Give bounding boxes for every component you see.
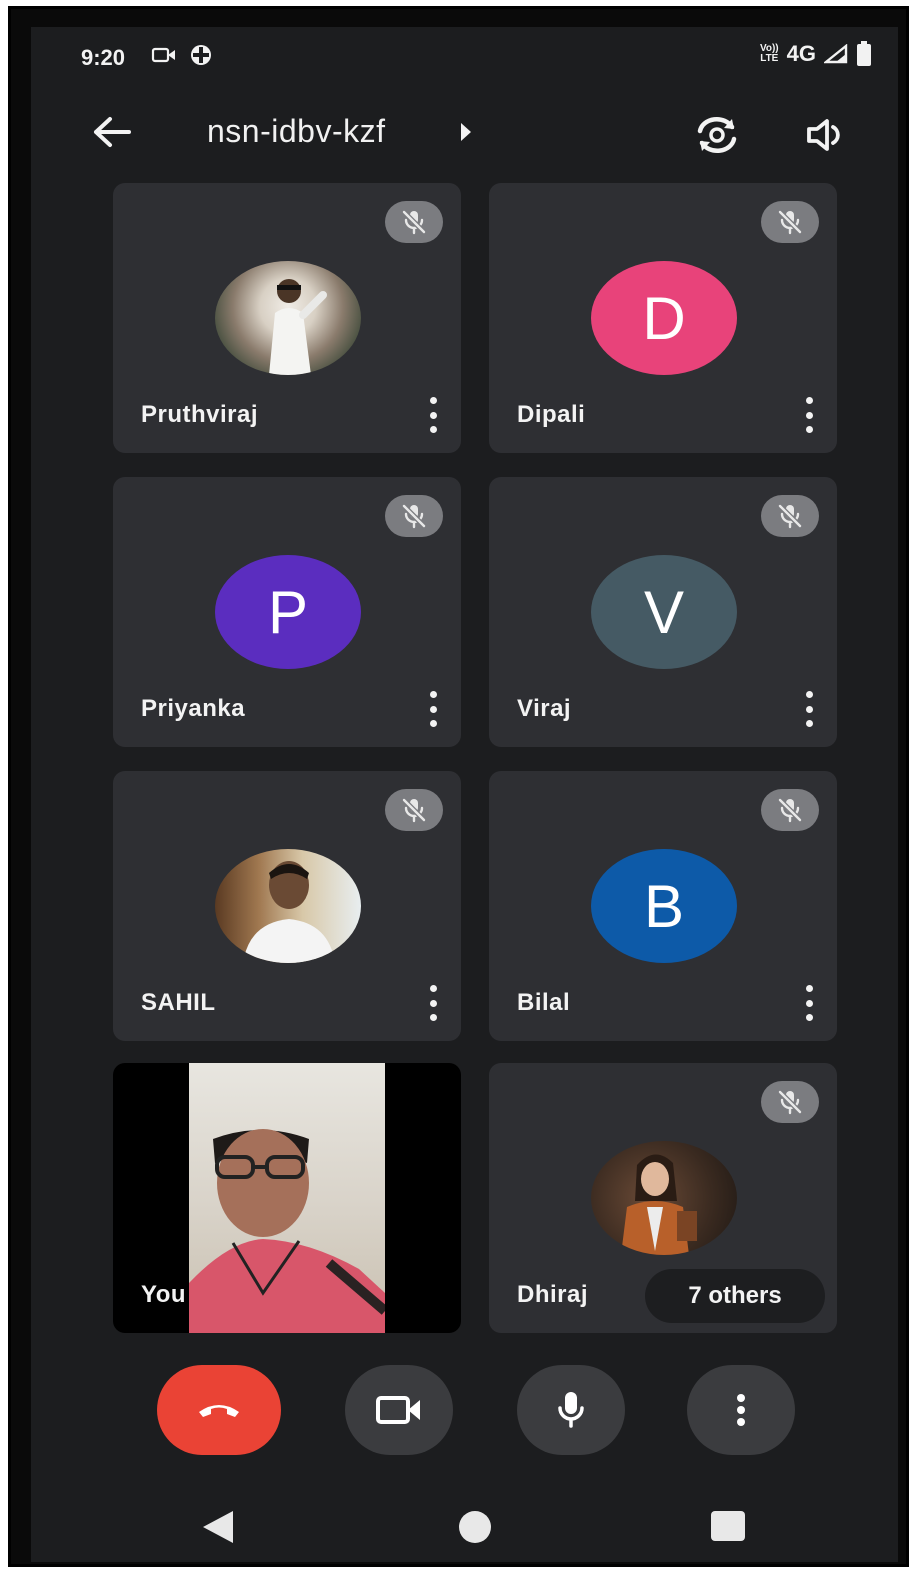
more-vert-icon[interactable] [799,691,819,727]
device-frame: 9:20 Vo)) LTE 4G nsn-idbv-kzf Pruthviraj… [8,6,909,1567]
participant-name: Dipali [517,401,586,428]
self-camera-preview [189,1063,385,1333]
network-type: 4G [786,41,816,66]
more-vert-icon[interactable] [423,397,443,433]
participant-tile[interactable]: B Bilal [489,771,837,1041]
avatar-initial: P [215,555,361,669]
meeting-code[interactable]: nsn-idbv-kzf [207,113,386,150]
speaker-icon [807,119,840,151]
end-call-icon [199,1405,239,1417]
status-notification-icons [151,43,213,67]
mic-off-icon [778,504,802,529]
call-controls [31,1365,898,1465]
volte-indicator: Vo)) LTE [760,44,779,64]
nav-home-icon[interactable] [459,1511,491,1543]
participant-tile[interactable]: V Viraj [489,477,837,747]
video-camera-icon [376,1396,420,1424]
more-options-button[interactable] [687,1365,795,1455]
mic-off-icon [402,504,426,529]
participant-tile[interactable]: Dhiraj 7 others [489,1063,837,1333]
self-person-silhouette [189,1129,385,1333]
muted-badge [385,495,443,537]
switch-camera-button[interactable] [689,107,745,163]
call-header: nsn-idbv-kzf [31,103,898,163]
participant-name: SAHIL [141,989,216,1016]
participant-tile[interactable]: P Priyanka [113,477,461,747]
muted-badge [385,201,443,243]
meet-app-notification-icon [191,45,211,65]
avatar-initial: D [591,261,737,375]
more-vert-icon [737,1394,745,1426]
mic-off-icon [778,1090,802,1115]
signal-icon [824,44,848,64]
back-button[interactable] [87,107,137,157]
more-vert-icon[interactable] [799,397,819,433]
microphone-toggle-button[interactable] [517,1365,625,1455]
status-bar: 9:20 Vo)) LTE 4G [31,27,898,85]
status-time: 9:20 [81,45,126,70]
more-vert-icon[interactable] [423,985,443,1021]
nav-back-icon[interactable] [201,1509,235,1545]
others-count-button[interactable]: 7 others [645,1269,825,1323]
switch-camera-icon [697,117,737,153]
status-right-icons: Vo)) LTE 4G [760,41,872,67]
avatar-initial: V [591,555,737,669]
participant-tile[interactable]: SAHIL [113,771,461,1041]
mic-off-icon [778,210,802,235]
more-vert-icon[interactable] [799,985,819,1021]
end-call-button[interactable] [157,1365,281,1455]
battery-icon [857,41,871,66]
participant-name: Bilal [517,989,571,1016]
caret-right-icon[interactable] [459,121,473,143]
avatar-photo [215,261,361,375]
self-video-tile[interactable]: You [113,1063,461,1333]
person-silhouette [243,861,335,963]
system-nav-bar [31,1497,898,1557]
participant-name: You [141,1281,187,1308]
nav-recents-icon[interactable] [711,1511,745,1541]
more-vert-icon[interactable] [423,691,443,727]
mic-off-icon [778,798,802,823]
muted-badge [761,789,819,831]
meet-call-screen: 9:20 Vo)) LTE 4G nsn-idbv-kzf Pruthviraj… [31,27,898,1562]
muted-badge [761,1081,819,1123]
camera-toggle-button[interactable] [345,1365,453,1455]
participant-tile[interactable]: D Dipali [489,183,837,453]
speaker-button[interactable] [799,107,855,163]
muted-badge [761,495,819,537]
participant-tile[interactable]: Pruthviraj [113,183,461,453]
avatar-photo [591,1141,737,1255]
person-silhouette [269,279,327,375]
muted-badge [385,789,443,831]
mic-off-icon [402,798,426,823]
mic-off-icon [402,210,426,235]
participant-name: Viraj [517,695,572,722]
participant-name: Dhiraj [517,1281,589,1308]
volte-bottom-text: LTE [760,53,779,64]
microphone-icon [558,1392,584,1428]
avatar-initial: B [591,849,737,963]
video-camera-notification-icon [151,47,175,63]
participant-name: Priyanka [141,695,246,722]
avatar-photo [215,849,361,963]
participant-name: Pruthviraj [141,401,259,428]
muted-badge [761,201,819,243]
back-arrow-icon [94,117,131,147]
person-silhouette [621,1154,697,1255]
